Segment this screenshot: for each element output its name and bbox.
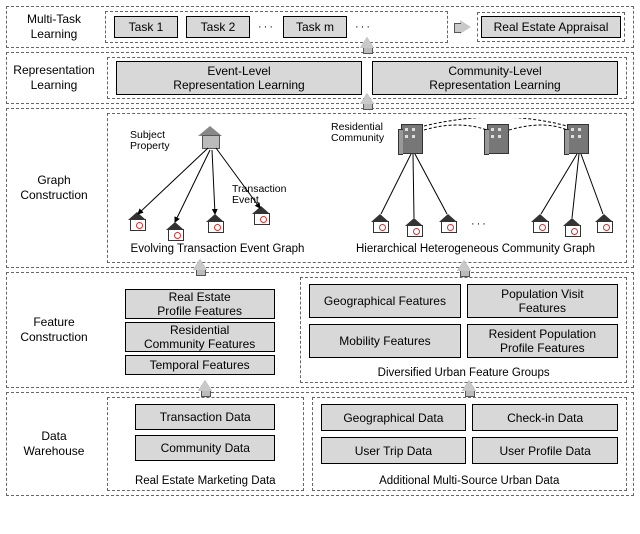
resident-profile-box: Resident Population Profile Features: [467, 324, 618, 358]
layer-feature: Feature Construction Real Estate Profile…: [6, 272, 634, 388]
geographical-data-box: Geographical Data: [321, 404, 467, 431]
subject-property-label: Subject Property: [130, 130, 170, 152]
temporal-features-box: Temporal Features: [125, 355, 275, 375]
house-icon: [371, 214, 389, 232]
urban-data-caption: Additional Multi-Source Urban Data: [313, 475, 627, 487]
ellipsis-icon: ···: [355, 21, 372, 33]
task-2-box: Task 2: [186, 16, 250, 38]
population-visit-box: Population Visit Features: [467, 284, 618, 318]
event-level-box: Event-Level Representation Learning: [116, 61, 362, 95]
arrow-up-icon: [457, 260, 471, 271]
arrow-up-icon: [360, 93, 374, 104]
residential-community-label: Residential Community: [331, 122, 384, 144]
house-icon: [128, 212, 146, 230]
arrow-up-icon: [462, 380, 476, 391]
layer-label-data: Data Warehouse: [7, 393, 101, 495]
house-icon: [563, 218, 581, 236]
layer-label-representation: Representation Learning: [7, 53, 101, 103]
task-m-box: Task m: [283, 16, 347, 38]
transaction-data-box: Transaction Data: [135, 404, 275, 430]
layer-multitask: Multi-Task Learning Task 1 Task 2 ··· Ta…: [6, 6, 634, 48]
building-icon: [401, 124, 423, 154]
layer-label-multitask: Multi-Task Learning: [7, 7, 101, 47]
diagram-root: Multi-Task Learning Task 1 Task 2 ··· Ta…: [0, 0, 640, 534]
residential-community-box: Residential Community Features: [125, 322, 275, 352]
layer-graph: Graph Construction Evolving Transaction …: [6, 108, 634, 268]
transaction-event-label: Transaction Event: [232, 184, 286, 206]
house-icon: [206, 214, 224, 232]
house-icon: [595, 214, 613, 232]
ellipsis-icon: ···: [471, 218, 488, 230]
house-icon: [531, 214, 549, 232]
layer-label-graph: Graph Construction: [7, 109, 101, 267]
real-estate-appraisal-box: Real Estate Appraisal: [481, 16, 621, 38]
community-graph-panel: Hierarchical Heterogeneous Community Gra…: [329, 118, 622, 258]
house-icon: [405, 218, 423, 236]
user-trip-data-box: User Trip Data: [321, 437, 467, 464]
ellipsis-icon: ···: [258, 21, 275, 33]
house-icon: [252, 206, 270, 224]
arrow-up-icon: [198, 380, 212, 391]
user-profile-data-box: User Profile Data: [472, 437, 618, 464]
house-icon: [439, 214, 457, 232]
arrow-right-icon: [454, 20, 471, 34]
house-icon: [166, 222, 184, 240]
real-estate-profile-box: Real Estate Profile Features: [125, 289, 275, 319]
mobility-features-box: Mobility Features: [309, 324, 460, 358]
checkin-data-box: Check-in Data: [472, 404, 618, 431]
community-data-box: Community Data: [135, 435, 275, 461]
evolving-graph-panel: Evolving Transaction Event Graph Subject…: [112, 118, 323, 258]
geographical-features-box: Geographical Features: [309, 284, 460, 318]
urban-feature-caption: Diversified Urban Feature Groups: [301, 367, 626, 379]
subject-property-icon: [198, 126, 222, 148]
marketing-data-caption: Real Estate Marketing Data: [108, 475, 303, 487]
layer-data: Data Warehouse Transaction Data Communit…: [6, 392, 634, 496]
arrow-up-icon: [360, 37, 374, 48]
arrow-up-icon: [193, 259, 207, 270]
building-icon: [567, 124, 589, 154]
layer-representation: Representation Learning Event-Level Repr…: [6, 52, 634, 104]
task-1-box: Task 1: [114, 16, 178, 38]
layer-label-feature: Feature Construction: [7, 273, 101, 387]
building-icon: [487, 124, 509, 154]
community-level-box: Community-Level Representation Learning: [372, 61, 618, 95]
evolving-graph-caption: Evolving Transaction Event Graph: [112, 243, 323, 255]
community-graph-caption: Hierarchical Heterogeneous Community Gra…: [329, 243, 622, 255]
